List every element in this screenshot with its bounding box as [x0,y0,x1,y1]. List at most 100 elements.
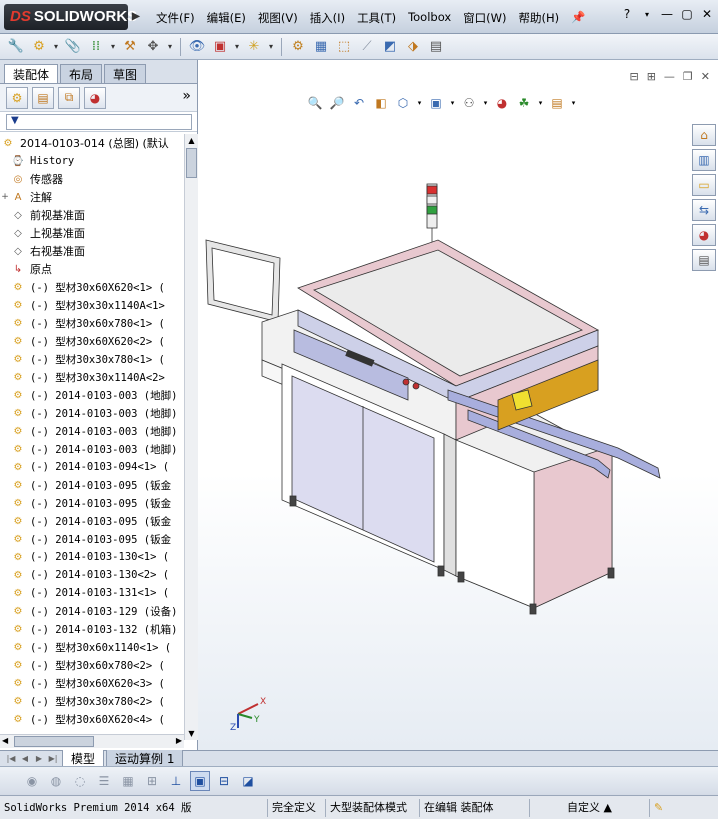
menu-window[interactable]: 窗口(W) [457,8,512,28]
tree-item[interactable]: ⚙ (-) 2014-0103-003 (地脚) [0,386,184,404]
tree-item[interactable]: ⚙ (-) 型材30x60x780<1> ( [0,314,184,332]
next-tab-icon[interactable]: ▶ [32,753,46,765]
tab-layout[interactable]: 布局 [60,64,103,83]
reference-geometry-icon[interactable]: ✳ [244,37,264,57]
shaded-edges-icon[interactable]: ◉ [22,771,42,791]
more-tabs-chevron-icon[interactable]: » [182,88,191,104]
expand-toggle-icon[interactable]: + [0,192,10,202]
display-manager-icon[interactable]: ◕ [84,86,106,109]
last-tab-icon[interactable]: ▶| [46,753,60,765]
exploded-view-icon[interactable]: ⬚ [334,37,354,57]
solidworks-logo[interactable]: DS SOLIDWORKS ▶ [4,4,140,30]
scroll-thumb[interactable] [186,148,197,178]
tree-root[interactable]: ⚙ 2014-0103-014 (总图) (默认 [0,134,184,152]
prev-tab-icon[interactable]: ◀ [18,753,32,765]
tree-item[interactable]: ⚙ (-) 型材30x30x1140A<2> [0,368,184,386]
triad-icon[interactable]: ⊥ [166,771,186,791]
menu-insert[interactable]: 插入(I) [304,8,351,28]
tree-item[interactable]: ⚙ (-) 2014-0103-003 (地脚) [0,440,184,458]
tree-item[interactable]: ⚙ (-) 型材30x60X620<3> ( [0,674,184,692]
first-tab-icon[interactable]: |◀ [4,753,18,765]
menu-file[interactable]: 文件(F) [150,8,201,28]
tree-item[interactable]: ⚙ (-) 型材30x60x1140<1> ( [0,638,184,656]
tree-item[interactable]: ◇ 右视基准面 [0,242,184,260]
graphics-area[interactable]: ⊟ ⊞ — ❐ ✕ 🔍 🔎 ↶ ◧ ⬡ ▾ ▣ ▾ ⚇ ▾ ◕ ☘ ▾ ▤ ▾ ⌂ ▥ ▭… [198,60,718,750]
linear-pattern-icon[interactable]: ⁞⁞ [86,37,106,57]
tree-item[interactable]: ⚙ (-) 2014-0103-095 (钣金 [0,512,184,530]
isometric-view-icon[interactable]: ▣ [190,770,210,791]
logo-flyout-arrow-icon[interactable]: ▶ [132,9,142,25]
tree-item[interactable]: ◇ 上视基准面 [0,224,184,242]
normal-to-icon[interactable]: ◪ [238,771,258,791]
tree-item[interactable]: ⚙ (-) 型材30x60X620<2> ( [0,332,184,350]
tree-item[interactable]: ⌚ History [0,152,184,170]
wireframe-icon[interactable]: ☰ [94,771,114,791]
interference-detection-icon[interactable]: ◩ [380,37,400,57]
tree-item[interactable]: ⚙ (-) 2014-0103-131<1> ( [0,584,184,602]
help-dropdown-icon[interactable]: ▾ [640,10,654,19]
menu-help[interactable]: 帮助(H) [513,8,566,28]
restore-button[interactable]: ▢ [680,7,694,21]
tab-assembly[interactable]: 装配体 [4,64,59,83]
tree-item[interactable]: ⚙ (-) 2014-0103-003 (地脚) [0,422,184,440]
tree-item[interactable]: ↳ 原点 [0,260,184,278]
minimize-button[interactable]: — [660,7,674,21]
dropdown-icon[interactable]: ▾ [109,37,117,57]
tree-item[interactable]: + A 注解 [0,188,184,206]
move-icon[interactable]: ⊞ [142,771,162,791]
scroll-left-icon[interactable]: ◀ [2,736,8,745]
dropdown-icon[interactable]: ▾ [52,37,60,57]
configuration-manager-icon[interactable]: ⧉ [58,86,80,109]
feature-manager-icon[interactable]: ⚙ [6,86,28,109]
tree-item[interactable]: ⚙ (-) 2014-0103-132 (机箱) [0,620,184,638]
large-assembly-icon[interactable]: ▤ [426,37,446,57]
menu-tools[interactable]: 工具(T) [351,8,402,28]
property-manager-icon[interactable]: ▤ [32,86,54,109]
dropdown-icon[interactable]: ▾ [233,37,241,57]
tree-item[interactable]: ⚙ (-) 2014-0103-003 (地脚) [0,404,184,422]
menu-toolbox[interactable]: Toolbox [402,8,457,28]
tree-item[interactable]: ⚙ (-) 2014-0103-129 (设备) [0,602,184,620]
scroll-up-icon[interactable]: ▲ [185,134,198,147]
bill-of-materials-icon[interactable]: ▦ [311,37,331,57]
dropdown-icon[interactable]: ▾ [267,37,275,57]
instant3d-icon[interactable]: ⬗ [403,37,423,57]
rebuild-icon[interactable]: ✎ [650,799,667,817]
explode-line-sketch-icon[interactable]: ⟋ [357,37,377,57]
tree-item[interactable]: ⚙ (-) 型材30x30x780<2> ( [0,692,184,710]
help-icon[interactable]: ? [620,7,634,21]
tree-item[interactable]: ⚙ (-) 型材30x30x1140A<1> [0,296,184,314]
pin-icon[interactable]: 📌 [565,8,591,28]
scroll-right-icon[interactable]: ▶ [176,736,182,745]
scroll-thumb-horizontal[interactable] [14,736,94,747]
units-selector[interactable]: 自定义 ▲ [530,798,650,817]
new-part-icon[interactable]: ⚙ [29,37,49,57]
tree-horizontal-scrollbar[interactable]: ◀ ▶ [0,734,184,748]
new-motion-study-icon[interactable]: ⚙ [288,37,308,57]
show-hidden-icon[interactable]: 👁 [187,37,207,57]
tree-item[interactable]: ⚙ (-) 型材30x60x780<2> ( [0,656,184,674]
tree-item[interactable]: ◎ 传感器 [0,170,184,188]
tree-vertical-scrollbar[interactable]: ▲ ▼ [184,134,198,740]
hidden-lines-icon[interactable]: ◌ [70,771,90,791]
tree-item[interactable]: ⚙ (-) 型材30x30x780<1> ( [0,350,184,368]
move-component-icon[interactable]: ✥ [143,37,163,57]
tab-motion-study[interactable]: 运动算例 1 [106,749,184,768]
tree-item[interactable]: ⚙ (-) 2014-0103-095 (钣金 [0,530,184,548]
tree-item[interactable]: ⚙ (-) 型材30x60X620<1> ( [0,278,184,296]
tree-item[interactable]: ⚙ (-) 2014-0103-095 (钣金 [0,476,184,494]
menu-view[interactable]: 视图(V) [252,8,304,28]
close-button[interactable]: ✕ [700,7,714,21]
dropdown-icon[interactable]: ▾ [166,37,174,57]
tree-item[interactable]: ⚙ (-) 2014-0103-094<1> ( [0,458,184,476]
machine-model-3d[interactable] [198,60,718,750]
insert-component-icon[interactable]: 🔧 [6,37,26,57]
smart-fasteners-icon[interactable]: ⚒ [120,37,140,57]
tree-item[interactable]: ⚙ (-) 2014-0103-130<1> ( [0,548,184,566]
four-view-icon[interactable]: ⊟ [214,771,234,791]
grid-icon[interactable]: ▦ [118,771,138,791]
filter-input[interactable]: ▼ [6,113,192,130]
tree-item[interactable]: ⚙ (-) 型材30x60X620<4> ( [0,710,184,728]
tree-item[interactable]: ⚙ (-) 2014-0103-130<2> ( [0,566,184,584]
mate-icon[interactable]: 📎 [63,37,83,57]
